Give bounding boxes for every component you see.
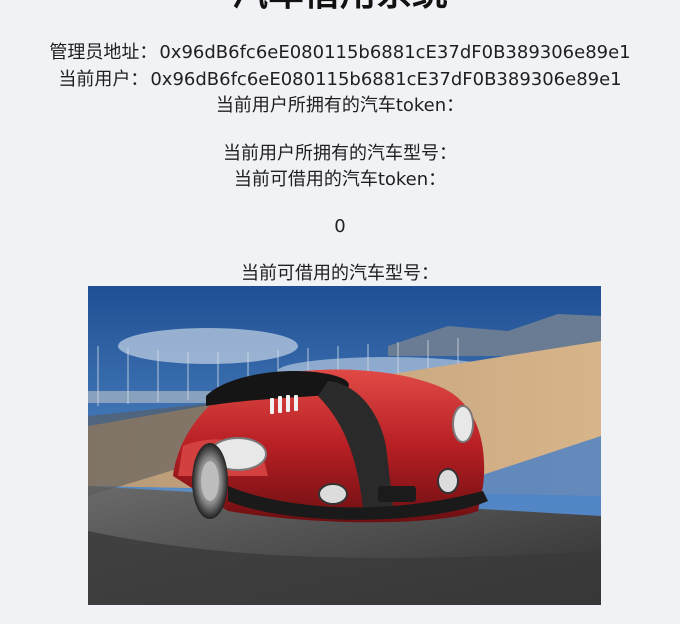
admin-address-row: 管理员地址： 0x96dB6fc6eE080115b6881cE37dF0B389… bbox=[0, 40, 680, 66]
page-title: 汽车借用系统 bbox=[0, 0, 680, 16]
owned-models-label: 当前用户所拥有的汽车型号： bbox=[223, 143, 457, 164]
car-image bbox=[88, 286, 601, 605]
admin-address-label: 管理员地址： bbox=[49, 42, 158, 63]
owned-tokens-label: 当前用户所拥有的汽车token： bbox=[215, 95, 465, 116]
current-user-value: 0x96dB6fc6eE080115b6881cE37dF0B389306e89… bbox=[150, 69, 622, 90]
page-root: 汽车借用系统 管理员地址：0x96dB6fc6eE080115b6881cE37… bbox=[0, 0, 680, 624]
current-user-row: 当前用户： 0x96dB6fc6eE080115b6881cE37dF0B3893… bbox=[0, 67, 680, 93]
current-user-label: 当前用户： bbox=[58, 69, 149, 90]
admin-address-value: 0x96dB6fc6eE080115b6881cE37dF0B389306e89… bbox=[159, 42, 631, 63]
borrowable-tokens-label: 当前可借用的汽车token： bbox=[233, 169, 447, 190]
borrowable-tokens-value: 0 bbox=[334, 216, 346, 237]
borrowable-models-label: 当前可借用的汽车型号： bbox=[241, 263, 439, 284]
